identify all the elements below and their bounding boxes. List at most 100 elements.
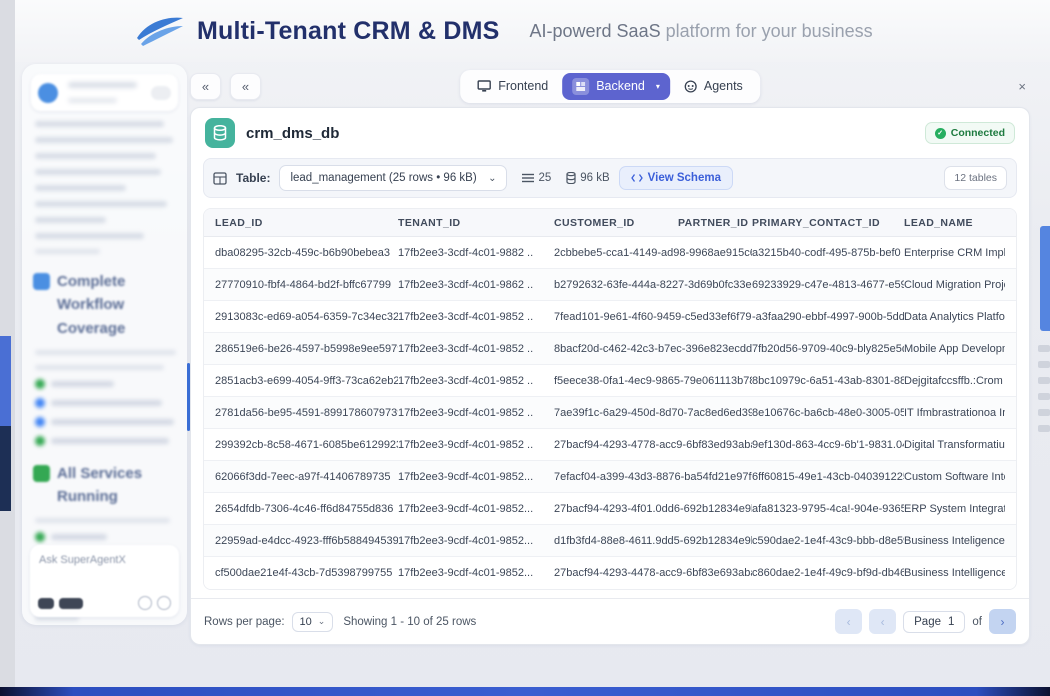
table-label: Table:	[236, 171, 270, 185]
cell-customer-id: 7ae39f1c-6a29-450d-8d70-7ac8ed6ed398	[554, 407, 752, 419]
database-icon	[205, 118, 235, 148]
cell-lead-id: 62066f3dd-7eec-a97f-41406789735	[215, 471, 398, 483]
size-stat: 96 kB	[566, 172, 609, 184]
column-header-lead-id[interactable]: LEAD_ID	[215, 217, 398, 229]
tab-backend[interactable]: Backend ▾	[562, 73, 670, 100]
table-row[interactable]: 2913083c-ed69-a054-6359-7c34ec32d 17fb2e…	[204, 301, 1016, 333]
cell-primary-contact-id: afa81323-9795-4ca!-904e-9365d	[752, 503, 904, 515]
collapse-left-button[interactable]: «	[190, 73, 221, 100]
cell-primary-contact-id: 6ff60815-49e1-43cb-04039122533	[752, 471, 904, 483]
table-row[interactable]: 2781da56-be95-4591-8991786079739 17fb2ee…	[204, 397, 1016, 429]
table-select-value: lead_management (25 rows • 96 kB)	[290, 172, 476, 184]
sidebar-heading-workflow-label: Complete Workflow Coverage	[57, 270, 176, 340]
code-icon	[631, 173, 643, 183]
search-icon[interactable]	[157, 596, 171, 610]
column-header-customer-id[interactable]: CUSTOMER_ID	[554, 217, 678, 229]
info-icon	[35, 398, 45, 408]
tab-frontend-label: Frontend	[498, 79, 548, 93]
table-row[interactable]: 27770910-fbf4-4864-bd2f-bffc67799 17fb2e…	[204, 269, 1016, 301]
of-label: of	[972, 616, 982, 628]
main-panel: « « Frontend Backend ▾	[190, 70, 1030, 645]
cell-tenant-id: 17fb2ee3-3cdf-4c01-9852 ..	[398, 311, 554, 323]
size-value: 96 kB	[580, 172, 609, 184]
column-header-lead-name[interactable]: LEAD_NAME	[904, 217, 1005, 229]
page-number[interactable]: 1	[948, 616, 954, 628]
table-row[interactable]: 299392cb-8c58-4671-6085be6129923 17fb2ee…	[204, 429, 1016, 461]
table-row[interactable]: cf500dae21e4f-43cb-7d5398799755 17fb2ee3…	[204, 557, 1016, 589]
cell-lead-name: Business Inteligence impi...	[904, 535, 1005, 547]
first-page-button[interactable]: ‹	[835, 609, 862, 634]
table-row[interactable]: 2654dfdb-7306-4c46-ff6d84755d836 17fb2ee…	[204, 493, 1016, 525]
blurred-line	[35, 365, 164, 370]
column-header-tenant-id[interactable]: TENANT_ID	[398, 217, 554, 229]
monitor-icon	[477, 80, 491, 92]
model-selector-icon[interactable]	[59, 598, 83, 609]
check-icon	[35, 379, 45, 389]
close-icon[interactable]: ×	[1018, 79, 1026, 94]
backend-icon	[572, 78, 589, 95]
table-icon	[213, 172, 227, 185]
table-row[interactable]: 62066f3dd-7eec-a97f-41406789735 17fb2ee3…	[204, 461, 1016, 493]
sidebar: Complete Workflow Coverage All Services …	[22, 64, 187, 625]
next-page-button[interactable]: ›	[989, 609, 1016, 634]
background-blue-block	[0, 336, 11, 426]
rows-per-page-select[interactable]: 10 ⌄	[292, 612, 334, 632]
app-title: Multi-Tenant CRM & DMS	[197, 17, 500, 46]
cell-primary-contact-id: 9ef130d-863-4cc9-6b'1-9831.04	[752, 439, 904, 451]
model-icon[interactable]	[38, 598, 54, 609]
page-indicator: Page 1	[903, 611, 965, 633]
sidebar-heading-services-label: All Services Running	[57, 462, 176, 509]
card-toggle[interactable]	[151, 86, 171, 100]
cell-customer-id: 7efacf04-a399-43d3-8876-ba54fd21e97f	[554, 471, 752, 483]
view-schema-label: View Schema	[648, 172, 721, 184]
view-schema-button[interactable]: View Schema	[619, 166, 733, 190]
database-name: crm_dms_db	[246, 125, 339, 142]
rows-icon	[522, 173, 534, 183]
sidebar-profile-card[interactable]	[31, 74, 178, 111]
tab-agents[interactable]: Agents	[670, 74, 757, 98]
tab-frontend[interactable]: Frontend	[463, 74, 562, 98]
cell-primary-contact-id: 69233929-c47e-4813-4677-e59	[752, 279, 904, 291]
data-table: LEAD_ID TENANT_ID CUSTOMER_ID PARTNER_ID…	[203, 208, 1017, 590]
cell-lead-id: 27770910-fbf4-4864-bd2f-bffc67799	[215, 279, 398, 291]
cell-primary-contact-id: a3215b40-codf-495-875b-bef0	[752, 247, 904, 259]
cell-tenant-id: 17fb2ee3-9cdf-4c01-9852 ..	[398, 407, 554, 419]
table-row[interactable]: 286519e6-be26-4597-b5998e9ee5979 17fb2ee…	[204, 333, 1016, 365]
ask-superagentx-card[interactable]: Ask SuperAgentX	[30, 545, 179, 617]
showing-rows-text: Showing 1 - 10 of 25 rows	[343, 616, 476, 628]
cell-customer-id: 8bacf20d-c462-42c3-b7ec-396e823ecdd1	[554, 343, 752, 355]
cell-customer-id: 27bacf94-4293-4778-acc9-6bf83ed93aba	[554, 439, 752, 451]
check-icon	[35, 532, 45, 542]
table-row[interactable]: 2851acb3-e699-4054-9ff3-73ca62eb24 17fb2…	[204, 365, 1016, 397]
column-header-partner-id[interactable]: PARTNER_ID	[678, 217, 752, 229]
right-scroll-indicator	[1040, 226, 1050, 331]
cell-primary-contact-id: c860dae2-1e4f-49c9-bf9d-db460f	[752, 567, 904, 579]
back-button[interactable]: «	[230, 73, 261, 100]
table-row[interactable]: dba08295-32cb-459c-b6b90bebea3 17fb2ee3-…	[204, 237, 1016, 269]
cell-lead-name: Enterprise CRM Impleme...	[904, 247, 1005, 259]
cell-lead-id: 22959ad-e4dcc-4923-fff6b588494539	[215, 535, 398, 547]
tagline-soft: platform for your business	[661, 21, 873, 41]
blurred-title-lines	[64, 82, 145, 103]
table-row[interactable]: 22959ad-e4dcc-4923-fff6b588494539 17fb2e…	[204, 525, 1016, 557]
background-navy-block	[0, 426, 11, 511]
tab-backend-label: Backend	[596, 79, 645, 93]
chevron-down-icon[interactable]: ▾	[656, 82, 660, 91]
cell-tenant-id: 17fb2ee3-3cdf-4c01-9862 ..	[398, 279, 554, 291]
info-icon	[35, 417, 45, 427]
blurred-line	[35, 201, 167, 207]
page-label: Page	[914, 616, 941, 628]
table-body: dba08295-32cb-459c-b6b90bebea3 17fb2ee3-…	[204, 237, 1016, 589]
background-right-slivers	[1038, 345, 1050, 565]
table-select-dropdown[interactable]: lead_management (25 rows • 96 kB) ⌄	[279, 165, 507, 191]
cell-customer-id: d1fb3fd4-88e8-4611.9dd5-692b12834e9b	[554, 535, 752, 547]
send-icon[interactable]	[138, 596, 152, 610]
prev-page-button[interactable]: ‹	[869, 609, 896, 634]
ask-superagentx-input[interactable]: Ask SuperAgentX	[39, 554, 170, 566]
cell-primary-contact-id: c590dae2-1e4f-43c9-bbb-d8e59f	[752, 535, 904, 547]
cell-lead-id: 2654dfdb-7306-4c46-ff6d84755d836	[215, 503, 398, 515]
blurred-line	[35, 518, 170, 523]
column-header-primary-contact-id[interactable]: PRIMARY_CONTACT_ID	[752, 217, 904, 229]
cell-primary-contact-id: -a3faa290-ebbf-4997-900b-5dd9	[752, 311, 904, 323]
cell-lead-name: IT Ifmbrastrationoa Initia...	[904, 407, 1005, 419]
